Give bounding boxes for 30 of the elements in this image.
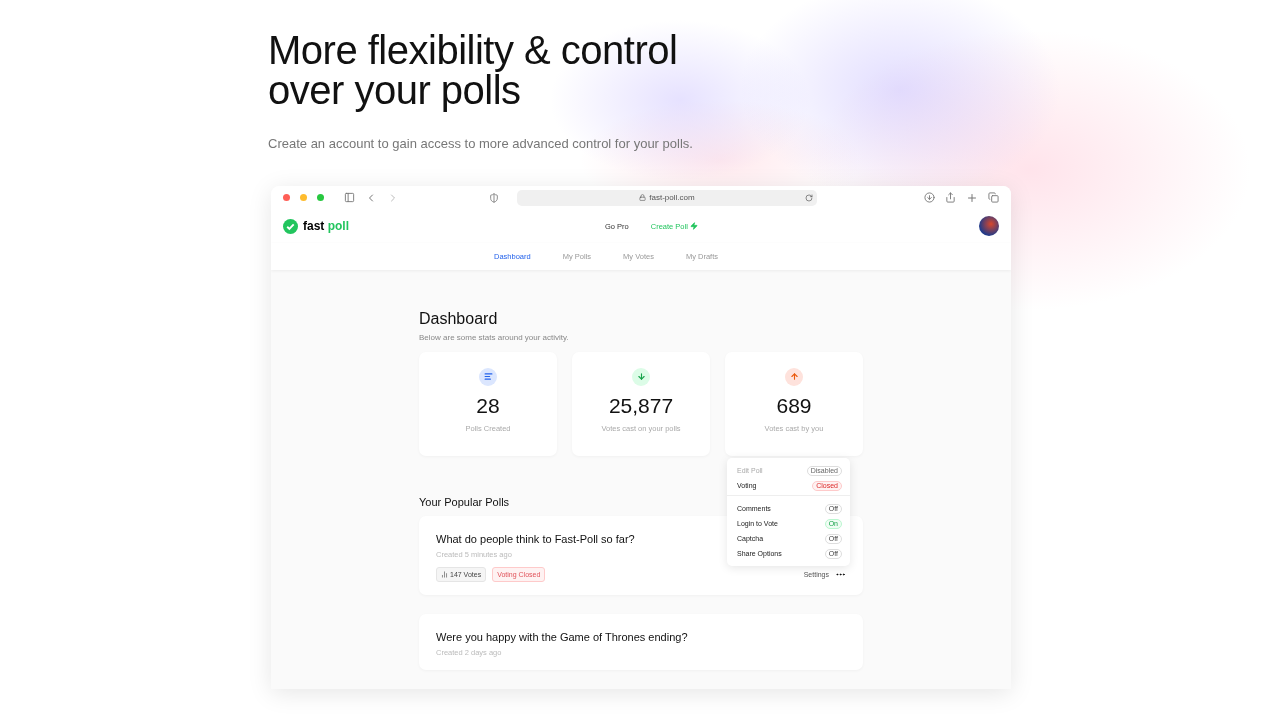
shield-icon[interactable] (489, 192, 499, 203)
arrow-up-icon (785, 368, 803, 386)
stat-value: 689 (776, 394, 812, 418)
share-icon[interactable] (945, 192, 956, 204)
poll-question: What do people think to Fast-Poll so far? (436, 533, 635, 545)
zoom-dot[interactable] (317, 194, 324, 202)
avatar[interactable] (979, 216, 999, 237)
reload-icon[interactable] (805, 193, 813, 202)
poll-question: Were you happy with the Game of Thrones ending? (436, 631, 688, 643)
check-circle-icon (283, 218, 298, 234)
sidebar-icon[interactable] (344, 192, 355, 204)
stat-value: 28 (476, 394, 500, 418)
hero-title: More flexibility & control over your polls (268, 30, 679, 110)
close-dot[interactable] (283, 194, 290, 202)
download-icon[interactable] (924, 192, 935, 204)
lock-icon (639, 194, 647, 202)
tabs-icon[interactable] (988, 192, 999, 204)
page-subtitle: Below are some stats around your activity. (419, 333, 570, 342)
stat-value: 25,877 (608, 394, 674, 418)
hero-subtitle: Create an account to gain access to more advanced control for your polls. (268, 136, 694, 151)
list-icon (479, 368, 497, 386)
bar-chart-icon (441, 571, 448, 578)
section-title: Your Popular Polls (419, 496, 511, 508)
plus-icon[interactable] (966, 191, 978, 204)
minimize-dot[interactable] (300, 194, 307, 202)
address-bar[interactable]: fast-poll.com (517, 189, 817, 206)
arrow-down-icon (632, 368, 650, 386)
logo[interactable]: fast poll (283, 218, 583, 234)
bolt-icon (689, 222, 698, 231)
page-title: Dashboard (419, 310, 499, 328)
